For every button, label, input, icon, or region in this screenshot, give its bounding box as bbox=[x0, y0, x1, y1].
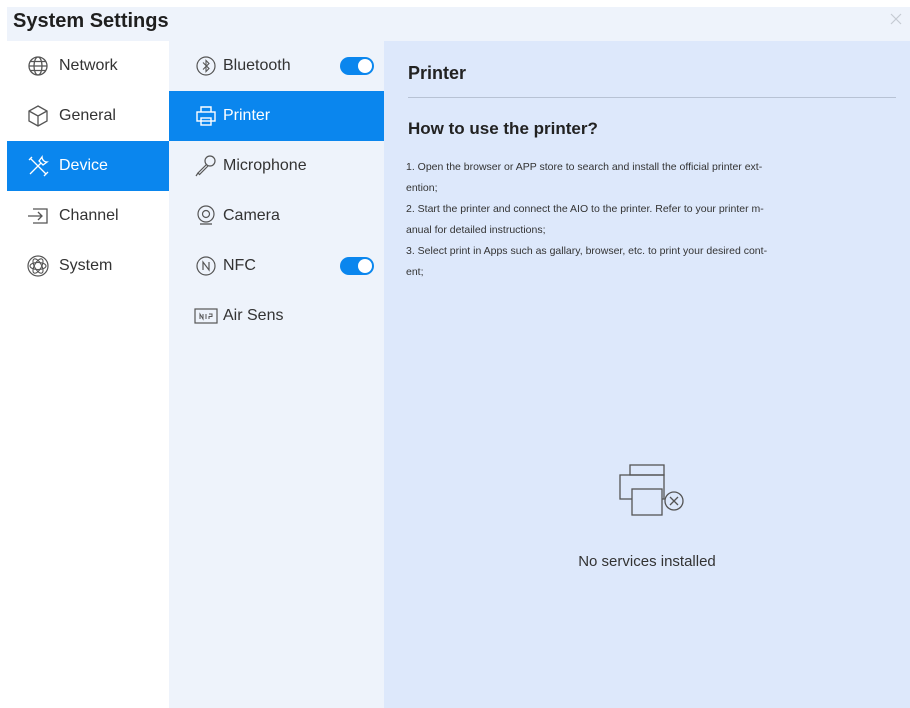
sidebar-item-general[interactable]: General bbox=[7, 91, 169, 141]
sidebar-item-label: General bbox=[59, 107, 116, 124]
sidebar-item-device[interactable]: Device bbox=[7, 141, 169, 191]
bluetooth-toggle[interactable] bbox=[340, 57, 374, 75]
sidebar-item-system[interactable]: System bbox=[7, 241, 169, 291]
category-sidebar: Network General Device Channel System bbox=[7, 41, 169, 708]
sidebar-item-channel[interactable]: Channel bbox=[7, 191, 169, 241]
submenu-item-label: Bluetooth bbox=[223, 57, 291, 74]
sidebar-item-label: Channel bbox=[59, 207, 119, 224]
camera-icon bbox=[197, 205, 215, 225]
printer-detail-panel: Printer How to use the printer? 1. Open … bbox=[384, 41, 910, 708]
howto-steps: 1. Open the browser or APP store to sear… bbox=[406, 157, 826, 283]
sidebar-item-label: Device bbox=[59, 157, 108, 174]
submenu-item-label: Microphone bbox=[223, 157, 307, 174]
detail-title: Printer bbox=[408, 63, 467, 83]
input-arrow-icon bbox=[28, 208, 48, 224]
nfc-icon bbox=[196, 256, 216, 276]
detail-divider bbox=[408, 97, 896, 98]
cube-icon bbox=[28, 105, 48, 127]
microphone-icon bbox=[195, 155, 216, 177]
printer-icon bbox=[196, 106, 216, 126]
submenu-item-label: Air Sens bbox=[223, 307, 284, 324]
submenu-item-label: Printer bbox=[223, 107, 271, 124]
submenu-item-label: Camera bbox=[223, 207, 280, 224]
globe-icon bbox=[28, 56, 48, 76]
howto-step-line: 3. Select print in Apps such as gallary,… bbox=[406, 245, 768, 257]
sidebar-item-network[interactable]: Network bbox=[7, 41, 169, 91]
howto-step-line: ention; bbox=[406, 182, 438, 194]
howto-step-line: 1. Open the browser or APP store to sear… bbox=[406, 161, 763, 173]
bluetooth-icon bbox=[196, 56, 216, 76]
submenu-item-bluetooth[interactable]: Bluetooth bbox=[169, 41, 384, 91]
system-settings-window: System Settings Network General Device C… bbox=[7, 7, 910, 708]
air-sensor-icon bbox=[194, 308, 218, 324]
submenu-item-microphone[interactable]: Microphone bbox=[169, 141, 384, 191]
submenu-item-air-sens[interactable]: Air Sens bbox=[169, 291, 384, 341]
howto-step-line: 2. Start the printer and connect the AIO… bbox=[406, 203, 764, 215]
submenu-item-label: NFC bbox=[223, 257, 256, 274]
atom-icon bbox=[27, 255, 49, 277]
device-submenu: Bluetooth Printer Microphone Camera NFC … bbox=[169, 41, 384, 708]
howto-heading: How to use the printer? bbox=[408, 119, 598, 138]
sidebar-item-label: Network bbox=[59, 57, 118, 74]
howto-step-line: ent; bbox=[406, 266, 424, 278]
submenu-item-nfc[interactable]: NFC bbox=[169, 241, 384, 291]
howto-step-line: anual for detailed instructions; bbox=[406, 224, 546, 236]
nfc-toggle[interactable] bbox=[340, 257, 374, 275]
empty-state-text: No services installed bbox=[578, 553, 716, 570]
close-icon[interactable] bbox=[888, 11, 904, 27]
title-bar: System Settings bbox=[7, 7, 910, 41]
window-title: System Settings bbox=[13, 10, 169, 32]
submenu-item-camera[interactable]: Camera bbox=[169, 191, 384, 241]
tools-icon bbox=[28, 155, 49, 177]
no-printer-icon bbox=[619, 464, 684, 516]
submenu-item-printer[interactable]: Printer bbox=[169, 91, 384, 141]
sidebar-item-label: System bbox=[59, 257, 113, 274]
